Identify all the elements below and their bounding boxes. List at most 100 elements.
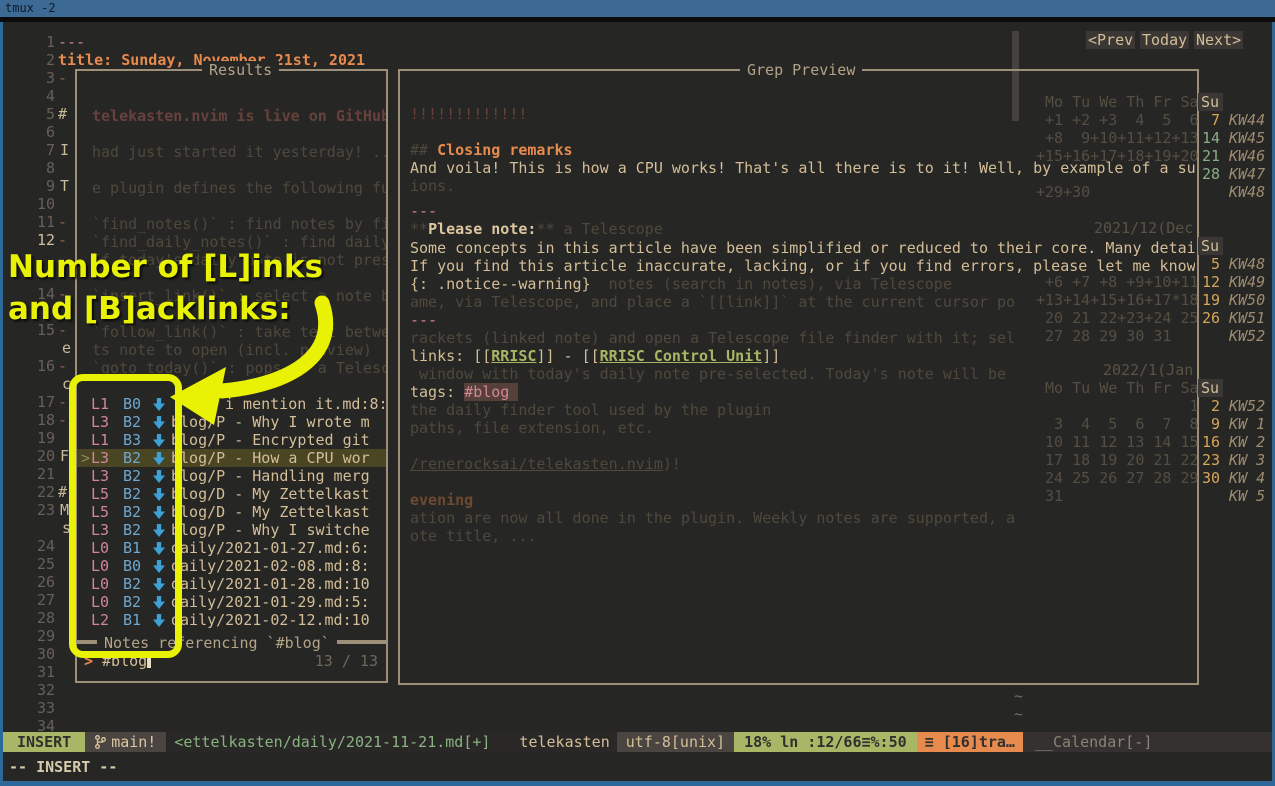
- preview-line: **Please note:** a Telescope: [410, 220, 663, 238]
- result-note-title: blog/D - My Zettelkast: [171, 503, 370, 521]
- preview-text: ote title, ...: [410, 527, 536, 545]
- git-branch-icon: [95, 735, 106, 749]
- preview-text: )!: [663, 455, 681, 473]
- line-number: 33: [11, 699, 55, 717]
- calendar-day[interactable]: 12: [1198, 273, 1220, 291]
- calendar-day[interactable]: 14: [1198, 129, 1220, 147]
- calendar-week-number: KW 2: [1229, 433, 1265, 451]
- preview-line: ation are now all done in the plugin. We…: [410, 509, 1015, 527]
- line-number: 23: [11, 501, 55, 519]
- mode-message: -- INSERT --: [9, 758, 117, 776]
- calendar-grid-row: 24 25 26 27 28 29: [1036, 469, 1199, 487]
- calendar-week-number: KW52: [1229, 327, 1265, 345]
- mode-badge: INSERT: [3, 732, 85, 752]
- calendar-grid-row: 27 28 29 30 31: [1036, 327, 1171, 345]
- filename-segment: <ettelkasten/daily/2021-11-21.md[+]: [166, 732, 498, 752]
- preview-text: Please note:: [428, 220, 536, 238]
- calendar-day[interactable]: 9: [1198, 415, 1220, 433]
- line-number: 4: [11, 87, 55, 105]
- preview-text: window with today's daily note pre-selec…: [410, 365, 1006, 383]
- calendar-statusline: __Calendar[-]: [1023, 732, 1272, 752]
- line-number: 31: [11, 663, 55, 681]
- line-number: 6: [11, 123, 55, 141]
- calendar-grid-row: +8 9+10+11+12+13: [1036, 129, 1199, 147]
- calendar-prev-button[interactable]: <Prev: [1086, 31, 1135, 49]
- calendar-next-button[interactable]: Next>: [1194, 31, 1243, 49]
- calendar-week-number: KW44: [1229, 111, 1265, 129]
- calendar-day[interactable]: 23: [1198, 451, 1220, 469]
- preview-line: ---: [410, 311, 437, 329]
- calendar-week-number: KW51: [1229, 309, 1265, 327]
- calendar-grid-row: Mo Tu We Th Fr Sa: [1036, 379, 1199, 397]
- buffer-text-fragment: e: [62, 339, 71, 357]
- ghost-buffer-line: e plugin defines the following fun: [92, 179, 386, 197]
- calendar-grid-row: +29+30: [1036, 183, 1090, 201]
- calendar-day[interactable]: 19: [1198, 291, 1220, 309]
- preview-text: {: .notice--warning}: [410, 275, 591, 293]
- calendar-grid-row: +1 +2 +3 4 5 6: [1036, 111, 1199, 129]
- preview-text: Closing remarks: [437, 141, 572, 159]
- preview-text: ##: [410, 141, 437, 159]
- preview-line: ions.: [410, 177, 455, 195]
- line-number: 5: [11, 105, 55, 123]
- buffer-text-fragment: M: [60, 501, 69, 519]
- calendar-grid-row: +13+14+15+16+17*18: [1036, 291, 1199, 309]
- ghost-buffer-line: telekasten.nvim is live on GitHub!: [92, 107, 386, 125]
- preview-text: links: [[: [410, 347, 491, 365]
- preview-text: ions.: [410, 177, 455, 195]
- tmux-titlebar: tmux -2: [0, 0, 1275, 17]
- result-note-title: daily/2021-01-28.md:10: [171, 575, 370, 593]
- preview-line: evening: [410, 491, 473, 509]
- calendar-grid-row: 31: [1036, 487, 1063, 505]
- line-number: 26: [11, 573, 55, 591]
- calendar-day[interactable]: 16: [1198, 433, 1220, 451]
- calendar-month-title: 2022/1(Jan: [1103, 361, 1193, 379]
- ghost-buffer-line: `find_notes()` : find notes by fil: [92, 215, 386, 233]
- calendar-grid-row: 10 11 12 13 14 15: [1036, 433, 1199, 451]
- calendar-sunday-header: Su: [1198, 93, 1223, 111]
- tag-highlight: #blog: [464, 383, 518, 401]
- calendar-day[interactable]: 7: [1198, 111, 1220, 129]
- line-number: 22: [11, 483, 55, 501]
- preview-line: ## Closing remarks: [410, 141, 573, 159]
- preview-text: !!!!!!!!!!!!!: [410, 105, 527, 123]
- plugin-name: telekasten: [512, 732, 616, 752]
- match-counter: 13 / 13: [315, 652, 378, 670]
- preview-text: /renerocksai/telekasten.nvim: [410, 455, 663, 473]
- line-number: 11: [11, 213, 55, 231]
- result-note-title: daily/2021-01-29.md:5:: [171, 593, 370, 611]
- calendar-day[interactable]: 21: [1198, 147, 1220, 165]
- buffer-text-fragment: T: [60, 177, 69, 195]
- calendar-grid-row: 3 4 5 6 7 8: [1036, 415, 1199, 433]
- buffer-line-frontmatter: ---: [58, 33, 85, 51]
- result-note-title: blog/D - My Zettelkast: [171, 485, 370, 503]
- preview-line: /renerocksai/telekasten.nvim)!: [410, 455, 681, 473]
- buffer-text-fragment: -: [58, 213, 67, 231]
- result-note-title: daily/2021-02-12.md:10: [171, 611, 370, 629]
- line-number: 9: [11, 177, 55, 195]
- preview-line: !!!!!!!!!!!!!: [410, 105, 527, 123]
- buffer-text-fragment: -: [58, 357, 67, 375]
- line-number: 19: [11, 429, 55, 447]
- calendar-grid-row: 20 21 22+23+24 25: [1036, 309, 1199, 327]
- calendar-day[interactable]: 26: [1198, 309, 1220, 327]
- calendar-today-button[interactable]: Today: [1140, 31, 1189, 49]
- annotation-arrow: [150, 285, 350, 435]
- calendar-week-number: KW50: [1229, 291, 1265, 309]
- calendar-week-number: KW48: [1229, 183, 1265, 201]
- preview-text: ame, via Telescope, and place a `[[link]…: [410, 293, 1015, 311]
- calendar-day[interactable]: 5: [1198, 255, 1220, 273]
- calendar-day[interactable]: 30: [1198, 469, 1220, 487]
- ghost-buffer-line: had just started it yesterday! ...: [92, 143, 386, 161]
- preview-line: rackets (linked note) and open a Telesco…: [410, 329, 1015, 347]
- line-number: 18: [11, 411, 55, 429]
- empty-line-tilde: ~: [1014, 687, 1023, 705]
- line-number: 8: [11, 159, 55, 177]
- calendar-grid-row: +6 +7 +8 +9+10+11: [1036, 273, 1199, 291]
- line-number: 29: [11, 627, 55, 645]
- calendar-grid-row: 1: [1036, 397, 1199, 415]
- calendar-week-number: KW48: [1229, 255, 1265, 273]
- calendar-day[interactable]: 2: [1198, 397, 1220, 415]
- position-segment: 18% ln :12/66≡%:50: [734, 732, 917, 752]
- calendar-day[interactable]: 28: [1198, 165, 1220, 183]
